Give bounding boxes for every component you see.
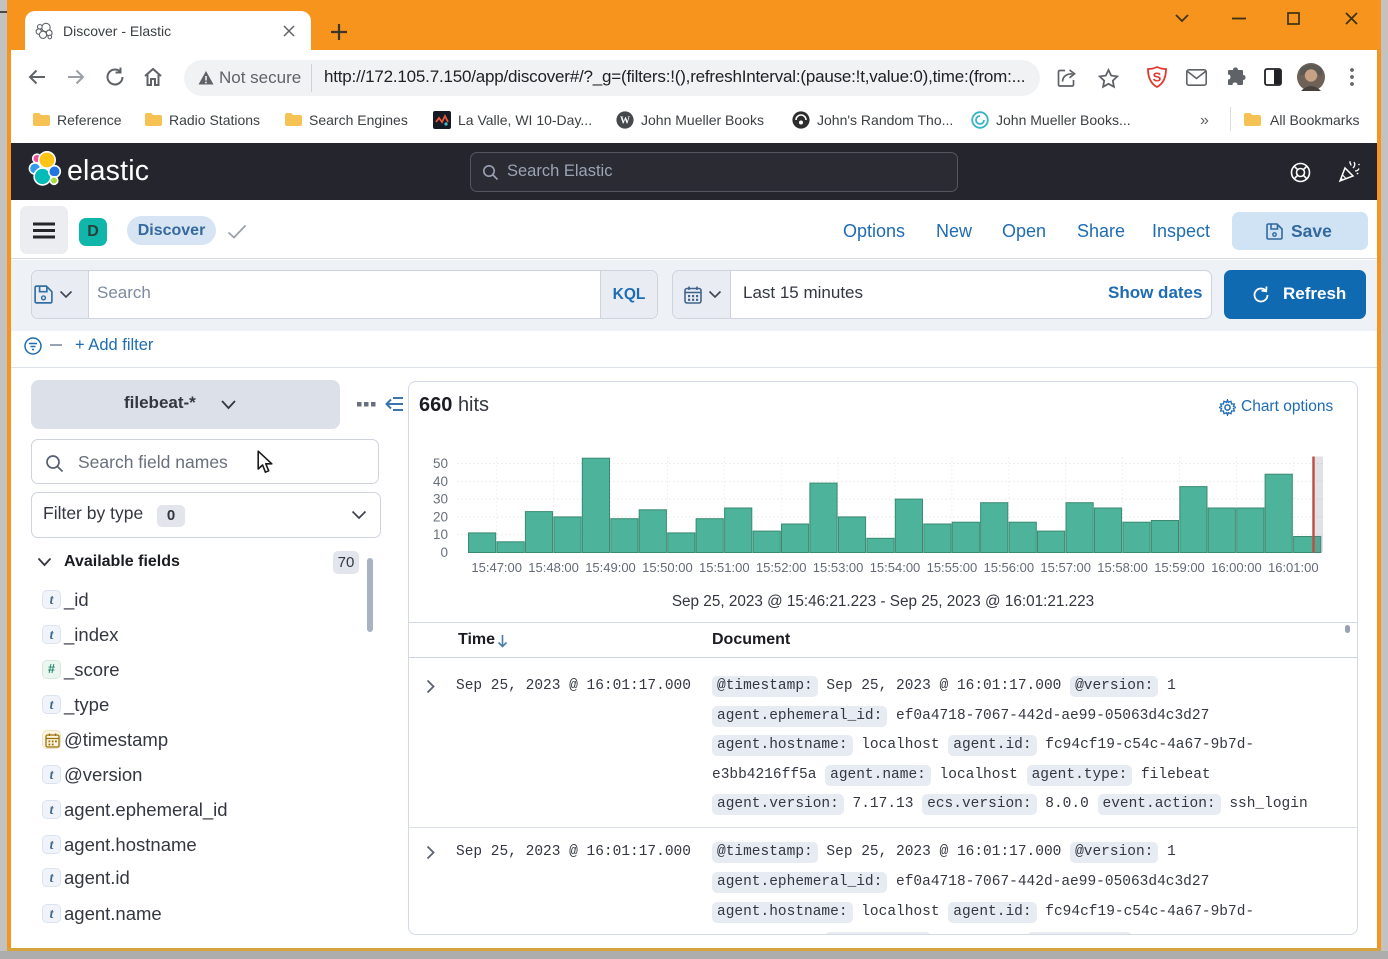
svg-text:40: 40 bbox=[433, 474, 448, 489]
svg-text:15:48:00: 15:48:00 bbox=[528, 560, 579, 575]
svg-text:15:52:00: 15:52:00 bbox=[756, 560, 807, 575]
svg-text:15:55:00: 15:55:00 bbox=[927, 560, 978, 575]
svg-text:16:00:00: 16:00:00 bbox=[1211, 560, 1262, 575]
svg-text:15:51:00: 15:51:00 bbox=[699, 560, 750, 575]
svg-text:15:56:00: 15:56:00 bbox=[983, 560, 1034, 575]
svg-text:W: W bbox=[620, 116, 630, 127]
svg-text:S: S bbox=[1153, 70, 1162, 85]
svg-text:15:54:00: 15:54:00 bbox=[870, 560, 921, 575]
svg-text:30: 30 bbox=[433, 492, 448, 507]
svg-text:15:50:00: 15:50:00 bbox=[642, 560, 693, 575]
svg-text:16:01:00: 16:01:00 bbox=[1268, 560, 1319, 575]
svg-text:15:57:00: 15:57:00 bbox=[1040, 560, 1091, 575]
svg-text:15:49:00: 15:49:00 bbox=[585, 560, 636, 575]
svg-text:15:47:00: 15:47:00 bbox=[471, 560, 522, 575]
svg-text:50: 50 bbox=[433, 456, 448, 471]
svg-text:15:53:00: 15:53:00 bbox=[813, 560, 864, 575]
svg-text:10: 10 bbox=[433, 527, 448, 542]
svg-text:15:58:00: 15:58:00 bbox=[1097, 560, 1148, 575]
svg-text:20: 20 bbox=[433, 509, 448, 524]
svg-text:0: 0 bbox=[440, 545, 448, 560]
svg-text:15:59:00: 15:59:00 bbox=[1154, 560, 1205, 575]
